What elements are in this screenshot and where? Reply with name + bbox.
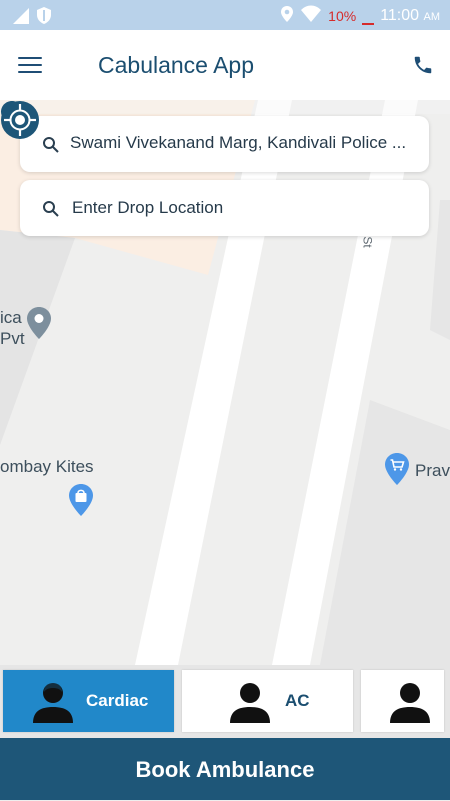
book-ambulance-button[interactable]: Book Ambulance xyxy=(0,738,450,800)
status-time: 11:00 AM xyxy=(380,7,440,25)
map-poi-grey-pin-icon[interactable] xyxy=(26,306,52,340)
location-icon xyxy=(280,5,294,27)
status-time-suffix: AM xyxy=(423,11,441,23)
status-time-value: 11:00 xyxy=(380,7,420,24)
search-icon xyxy=(43,137,59,153)
drop-search-box[interactable] xyxy=(20,180,429,236)
category-third-button[interactable] xyxy=(361,670,444,732)
map-road-label: St xyxy=(360,236,375,248)
shield-icon xyxy=(36,6,52,30)
phone-icon[interactable] xyxy=(412,54,434,76)
category-label: Cardiac xyxy=(86,691,149,710)
drop-location-input[interactable] xyxy=(70,194,424,222)
map-place-label-ica-line1: ica xyxy=(0,308,22,327)
map-place-label-prav: Prav xyxy=(415,461,450,480)
map-view[interactable]: Swami Vivekanand Marg, Kandivali Police … xyxy=(0,100,450,665)
battery-icon xyxy=(362,7,375,25)
app-title: Cabulance App xyxy=(98,52,255,78)
map-place-label-ica-line2: Pvt xyxy=(0,329,25,348)
map-place-label-ica: ica Pvt xyxy=(0,307,25,349)
pickup-search-box[interactable]: Swami Vivekanand Marg, Kandivali Police … xyxy=(20,116,429,172)
search-icon xyxy=(43,201,59,217)
category-label: AC xyxy=(285,691,310,710)
shopping-bag-poi-icon[interactable] xyxy=(68,483,94,517)
locate-me-icon[interactable] xyxy=(0,100,40,140)
hamburger-menu-icon[interactable] xyxy=(18,57,42,75)
signal-icon xyxy=(12,7,30,30)
category-ac-button[interactable]: AC xyxy=(182,670,353,732)
status-bar: 10% 11:00 AM xyxy=(0,0,450,30)
person-avatar-icon xyxy=(230,683,270,723)
category-cardiac-button[interactable]: Cardiac xyxy=(3,670,174,732)
battery-percent: 10% xyxy=(328,8,357,24)
app-bar: Cabulance App xyxy=(0,30,450,100)
pickup-location-text[interactable]: Swami Vivekanand Marg, Kandivali Police … xyxy=(70,133,415,153)
person-avatar-icon xyxy=(33,683,73,723)
map-place-label-kites: ombay Kites xyxy=(0,457,94,476)
ambulance-category-strip: Cardiac AC xyxy=(0,665,450,738)
shopping-cart-poi-icon[interactable] xyxy=(384,452,410,486)
person-avatar-icon xyxy=(390,683,430,723)
wifi-icon xyxy=(300,5,322,27)
